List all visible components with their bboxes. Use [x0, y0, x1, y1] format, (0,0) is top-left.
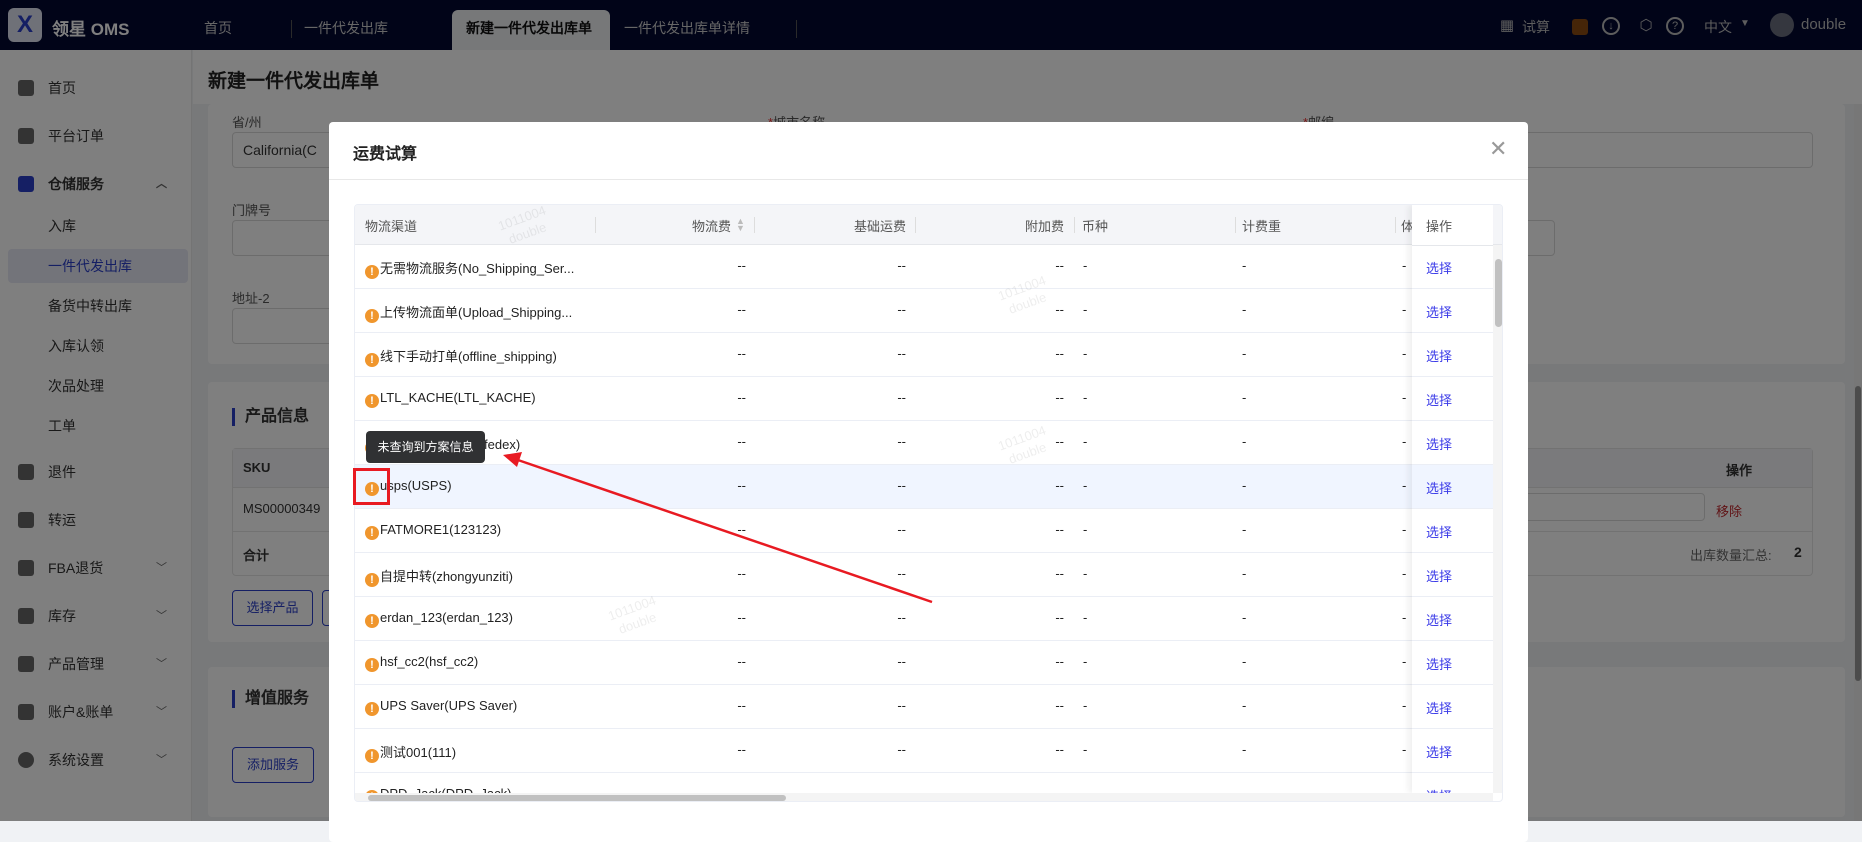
- arrow-line: [514, 457, 933, 604]
- annotation-arrow: [503, 452, 933, 604]
- arrow-head: [503, 452, 522, 467]
